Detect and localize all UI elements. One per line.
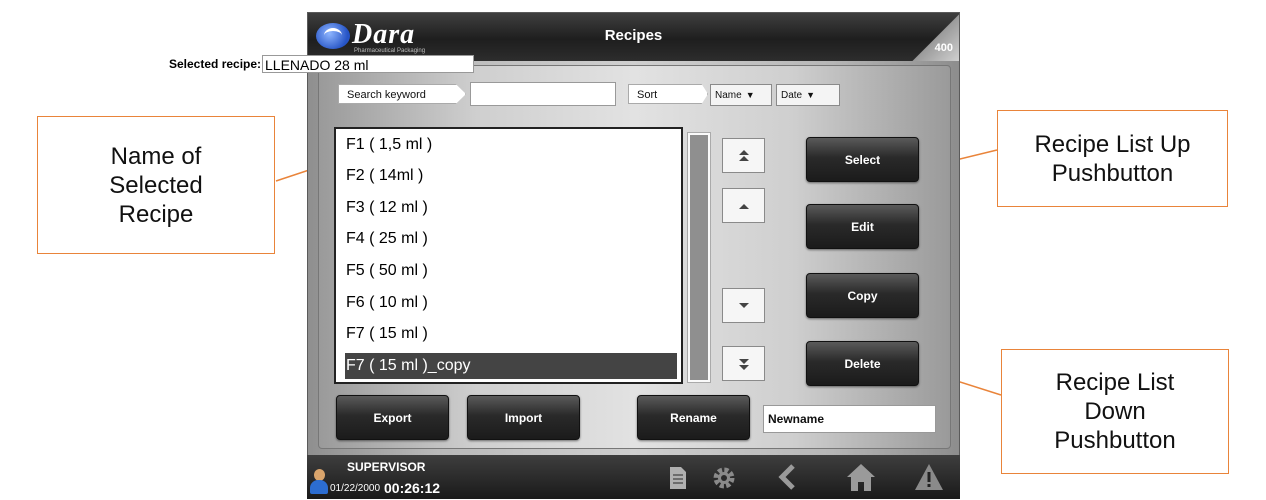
rename-input[interactable]: Newname — [763, 405, 936, 433]
gear-icon[interactable] — [710, 464, 738, 492]
status-date: 01/22/2000 — [330, 483, 381, 494]
callout-line: Down — [1084, 398, 1146, 425]
callout-line: Name of — [110, 142, 202, 170]
callout-recipe-list-up: Recipe List Up Pushbutton — [997, 110, 1228, 207]
recipe-list-item[interactable]: F7 ( 15 ml ) — [345, 321, 677, 347]
sort-label: Sort — [628, 84, 708, 104]
screen-number: 400 — [934, 42, 953, 54]
sort-by-date-button[interactable]: Date ▼ — [776, 84, 840, 106]
selected-recipe-label: Selected recipe: — [169, 57, 262, 71]
export-button[interactable]: Export — [336, 395, 449, 440]
copy-button[interactable]: Copy — [806, 273, 919, 318]
recipe-list[interactable]: F1 ( 1,5 ml ) F2 ( 14ml ) F3 ( 12 ml ) F… — [334, 127, 683, 384]
sort-date-label: Date — [781, 90, 803, 101]
select-button[interactable]: Select — [806, 137, 919, 182]
chevron-left-icon[interactable] — [775, 462, 799, 492]
recipe-list-item[interactable]: F5 ( 50 ml ) — [345, 258, 677, 284]
recipe-list-item[interactable]: F6 ( 10 ml ) — [345, 290, 677, 316]
chevron-down-icon: ▼ — [806, 90, 816, 100]
chevron-down-icon — [738, 302, 749, 308]
user-name: SUPERVISOR — [347, 460, 426, 474]
warning-icon[interactable] — [913, 461, 945, 493]
callout-line: Selected — [109, 171, 203, 199]
list-down-button[interactable] — [722, 288, 765, 323]
search-keyword-label: Search keyword — [338, 84, 466, 104]
logo-tagline: Pharmaceutical Packaging — [354, 48, 426, 54]
list-up-button[interactable] — [722, 188, 765, 223]
recipe-list-item[interactable]: F1 ( 1,5 ml ) — [345, 132, 677, 158]
list-top-button[interactable] — [722, 138, 765, 173]
import-button[interactable]: Import — [467, 395, 580, 440]
callout-line: Recipe — [118, 200, 194, 228]
recipe-list-item[interactable]: F2 ( 14ml ) — [345, 163, 677, 189]
title-bar: Dara Pharmaceutical Packaging Recipes 40… — [308, 13, 959, 61]
callout-line: Pushbutton — [1054, 427, 1176, 454]
callout-line: Recipe List Up — [1034, 130, 1191, 158]
rename-button[interactable]: Rename — [637, 395, 750, 440]
callout-line: Pushbutton — [1051, 159, 1174, 187]
delete-button[interactable]: Delete — [806, 341, 919, 386]
chevron-up-icon — [738, 203, 749, 209]
chevron-down-icon: ▼ — [745, 90, 755, 100]
selected-recipe-field: LLENADO 28 ml — [262, 55, 474, 73]
user-icon — [310, 469, 328, 495]
list-bottom-button[interactable] — [722, 346, 765, 381]
search-input[interactable] — [470, 82, 616, 106]
callout-recipe-list-down: Recipe List Down Pushbutton — [1001, 349, 1229, 474]
home-icon[interactable] — [844, 461, 878, 493]
callout-name-of-selected-recipe: Name of Selected Recipe — [37, 116, 275, 254]
list-scrollbar-thumb[interactable] — [690, 135, 708, 380]
edit-button[interactable]: Edit — [806, 204, 919, 249]
page-title: Recipes — [604, 27, 663, 44]
sort-name-label: Name — [715, 90, 742, 101]
recipe-list-item[interactable]: F4 ( 25 ml ) — [345, 226, 677, 252]
recipe-list-item[interactable]: F3 ( 12 ml ) — [345, 195, 677, 221]
callout-line: Recipe List — [1055, 369, 1175, 396]
document-icon[interactable] — [668, 464, 688, 492]
recipe-list-item-selected[interactable]: F7 ( 15 ml )_copy — [345, 353, 677, 379]
sort-by-name-button[interactable]: Name ▼ — [710, 84, 772, 106]
double-chevron-up-icon — [738, 149, 749, 161]
status-time: 00:26:12 — [384, 480, 441, 496]
double-chevron-down-icon — [738, 358, 749, 370]
